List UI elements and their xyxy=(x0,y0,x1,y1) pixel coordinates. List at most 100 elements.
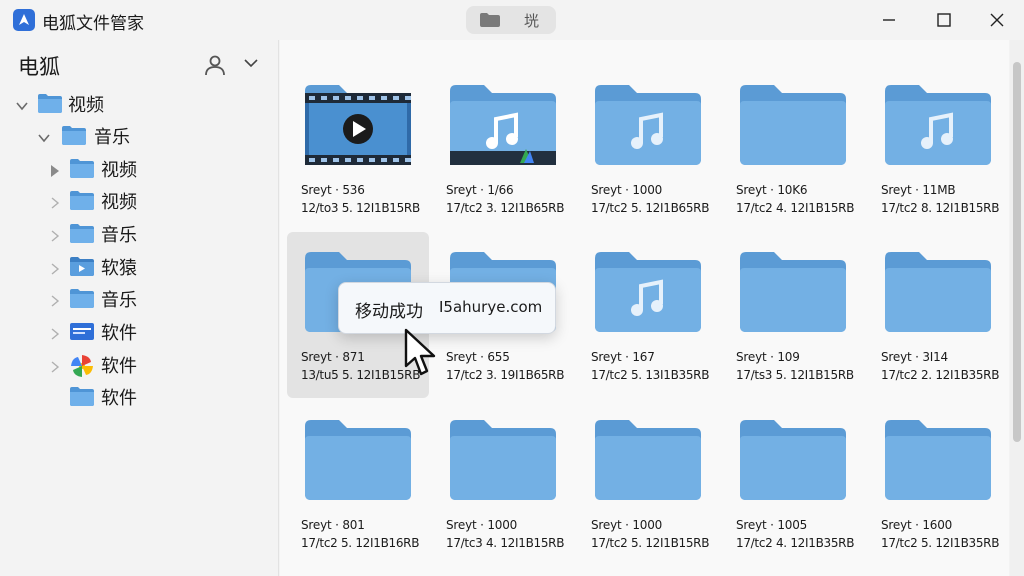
tile-name: Sreyt · 536 xyxy=(301,183,365,197)
chevron-right-icon[interactable] xyxy=(50,260,60,279)
toast-url: I5ahurye.com xyxy=(439,298,543,316)
tree-item[interactable]: 视频 xyxy=(0,153,279,183)
tile-meta: 17/tc2 3. 12I1B65RB xyxy=(446,201,565,215)
tree-item[interactable]: 软件 xyxy=(0,316,279,346)
tree-item-label: 视频 xyxy=(68,95,104,116)
music-folder-icon xyxy=(595,85,701,165)
file-tile[interactable]: Sreyt · 1000 17/tc3 4. 12I1B15RB xyxy=(432,400,574,566)
folder-icon xyxy=(70,288,94,308)
tree-item[interactable]: 音乐 xyxy=(0,283,279,313)
tile-name: Sreyt · 109 xyxy=(736,350,800,364)
file-tile[interactable]: Sreyt · 536 12/to3 5. 12I1B15RB xyxy=(287,65,429,231)
chevron-down-icon[interactable] xyxy=(244,58,258,68)
tile-meta: 17/tc3 4. 12I1B15RB xyxy=(446,536,565,550)
folder-icon xyxy=(595,420,701,500)
sidebar-header: 电狐 xyxy=(0,48,279,82)
tree-item[interactable]: 视频 xyxy=(0,185,279,215)
music-folder-icon xyxy=(595,252,701,332)
tile-name: Sreyt · 1600 xyxy=(881,518,953,532)
file-tile[interactable]: Sreyt · 109 17/ts3 5. 12I1B15RB xyxy=(722,232,864,398)
file-tile[interactable]: Sreyt · 801 17/tc2 5. 12I1B16RB xyxy=(287,400,429,566)
video-folder-icon xyxy=(305,85,411,165)
tile-name: Sreyt · 1000 xyxy=(446,518,518,532)
tile-name: Sreyt · 1000 xyxy=(591,183,663,197)
maximize-button[interactable] xyxy=(921,6,967,34)
tree-item-label: 软件 xyxy=(101,323,137,344)
folder-icon xyxy=(62,125,86,145)
folder-icon xyxy=(70,223,94,243)
tile-name: Sreyt · 801 xyxy=(301,518,365,532)
music-folder-icon xyxy=(885,85,991,165)
maximize-icon xyxy=(937,13,951,27)
chevron-down-icon[interactable] xyxy=(38,129,50,148)
file-tile[interactable]: Sreyt · 1/66 17/tc2 3. 12I1B65RB xyxy=(432,65,574,231)
tree-item-label: 软猿 xyxy=(101,258,137,279)
tree-item[interactable]: 视频 xyxy=(0,88,279,118)
folder-icon xyxy=(885,420,991,500)
file-tile[interactable]: Sreyt · 3I14 17/tc2 2. 12I1B35RB xyxy=(867,232,1009,398)
tree-item[interactable]: 软猿 xyxy=(0,251,279,281)
file-tile[interactable]: Sreyt · 1000 17/tc2 5. 12I1B15RB xyxy=(577,400,719,566)
tile-meta: 12/to3 5. 12I1B15RB xyxy=(301,201,420,215)
folder-icon xyxy=(740,252,846,332)
address-bar[interactable]: 垙 xyxy=(466,6,556,34)
tile-meta: 13/tu5 5. 12I1B15RB xyxy=(301,368,421,382)
tile-meta: 17/tc2 8. 12I1B15RB xyxy=(881,201,1000,215)
tile-meta: 17/tc2 4. 12I1B35RB xyxy=(736,536,855,550)
tile-meta: 17/tc2 2. 12I1B35RB xyxy=(881,368,1000,382)
video-folder-icon xyxy=(70,256,94,276)
sidebar: 电狐 视频 音乐 视频 视频 音乐 软猿 音乐 软件 软件 软件 xyxy=(0,40,279,576)
tile-name: Sreyt · 1000 xyxy=(591,518,663,532)
file-tile[interactable]: Sreyt · 10K6 17/tc2 4. 12I1B15RB xyxy=(722,65,864,231)
app-logo-icon xyxy=(13,9,35,31)
tree-item-label: 音乐 xyxy=(94,127,130,148)
tile-name: Sreyt · 1/66 xyxy=(446,183,514,197)
file-tile[interactable]: Sreyt · 1600 17/tc2 5. 12I1B35RB xyxy=(867,400,1009,566)
tree-item[interactable]: 音乐 xyxy=(0,218,279,248)
toast-notification: 移动成功 I5ahurye.com xyxy=(338,282,556,334)
tile-name: Sreyt · 871 xyxy=(301,350,365,364)
pinwheel-app-icon xyxy=(70,354,94,377)
tile-name: Sreyt · 1005 xyxy=(736,518,808,532)
tile-name: Sreyt · 3I14 xyxy=(881,350,948,364)
close-button[interactable] xyxy=(974,6,1020,34)
user-icon[interactable] xyxy=(204,54,226,76)
scrollbar-thumb[interactable] xyxy=(1013,62,1021,442)
folder-icon xyxy=(70,158,94,178)
tile-meta: 17/tc2 5. 12I1B65RB xyxy=(591,201,710,215)
mouse-cursor-icon xyxy=(404,328,436,376)
tile-name: Sreyt · 167 xyxy=(591,350,655,364)
tree-item[interactable]: 音乐 xyxy=(0,120,279,150)
chevron-down-icon[interactable] xyxy=(16,97,28,116)
folder-icon xyxy=(450,420,556,500)
folder-icon xyxy=(305,420,411,500)
address-text: 垙 xyxy=(524,12,540,30)
chevron-right-icon[interactable] xyxy=(50,227,60,246)
tile-name: Sreyt · 10K6 xyxy=(736,183,808,197)
file-tile[interactable]: Sreyt · 1000 17/tc2 5. 12I1B65RB xyxy=(577,65,719,231)
tree-item-label: 音乐 xyxy=(101,225,137,246)
folder-icon xyxy=(480,13,500,27)
file-tile[interactable]: Sreyt · 1005 17/tc2 4. 12I1B35RB xyxy=(722,400,864,566)
chevron-right-icon[interactable] xyxy=(50,162,60,181)
chevron-right-icon[interactable] xyxy=(50,358,60,377)
chevron-right-icon[interactable] xyxy=(50,325,60,344)
chevron-right-icon[interactable] xyxy=(50,292,60,311)
tile-name: Sreyt · 11MB xyxy=(881,183,956,197)
tile-meta: 17/tc2 3. 19I1B65RB xyxy=(446,368,565,382)
tree-item[interactable]: 软件 xyxy=(0,349,279,379)
file-tile[interactable]: Sreyt · 11MB 17/tc2 8. 12I1B15RB xyxy=(867,65,1009,231)
tree-item-label: 音乐 xyxy=(101,290,137,311)
minimize-button[interactable] xyxy=(866,6,912,34)
app-title: 电狐文件管家 xyxy=(42,14,144,34)
card-app-icon xyxy=(70,321,94,341)
folder-icon xyxy=(740,420,846,500)
chevron-right-icon[interactable] xyxy=(50,194,60,213)
tile-meta: 17/ts3 5. 12I1B15RB xyxy=(736,368,854,382)
tile-name: Sreyt · 655 xyxy=(446,350,510,364)
file-tile[interactable]: Sreyt · 167 17/tc2 5. 13I1B35RB xyxy=(577,232,719,398)
title-bar: 电狐文件管家 垙 xyxy=(0,0,1024,40)
music-folder-icon xyxy=(450,85,556,165)
folder-icon xyxy=(38,93,62,113)
tree-item[interactable]: 软件 xyxy=(0,381,279,411)
